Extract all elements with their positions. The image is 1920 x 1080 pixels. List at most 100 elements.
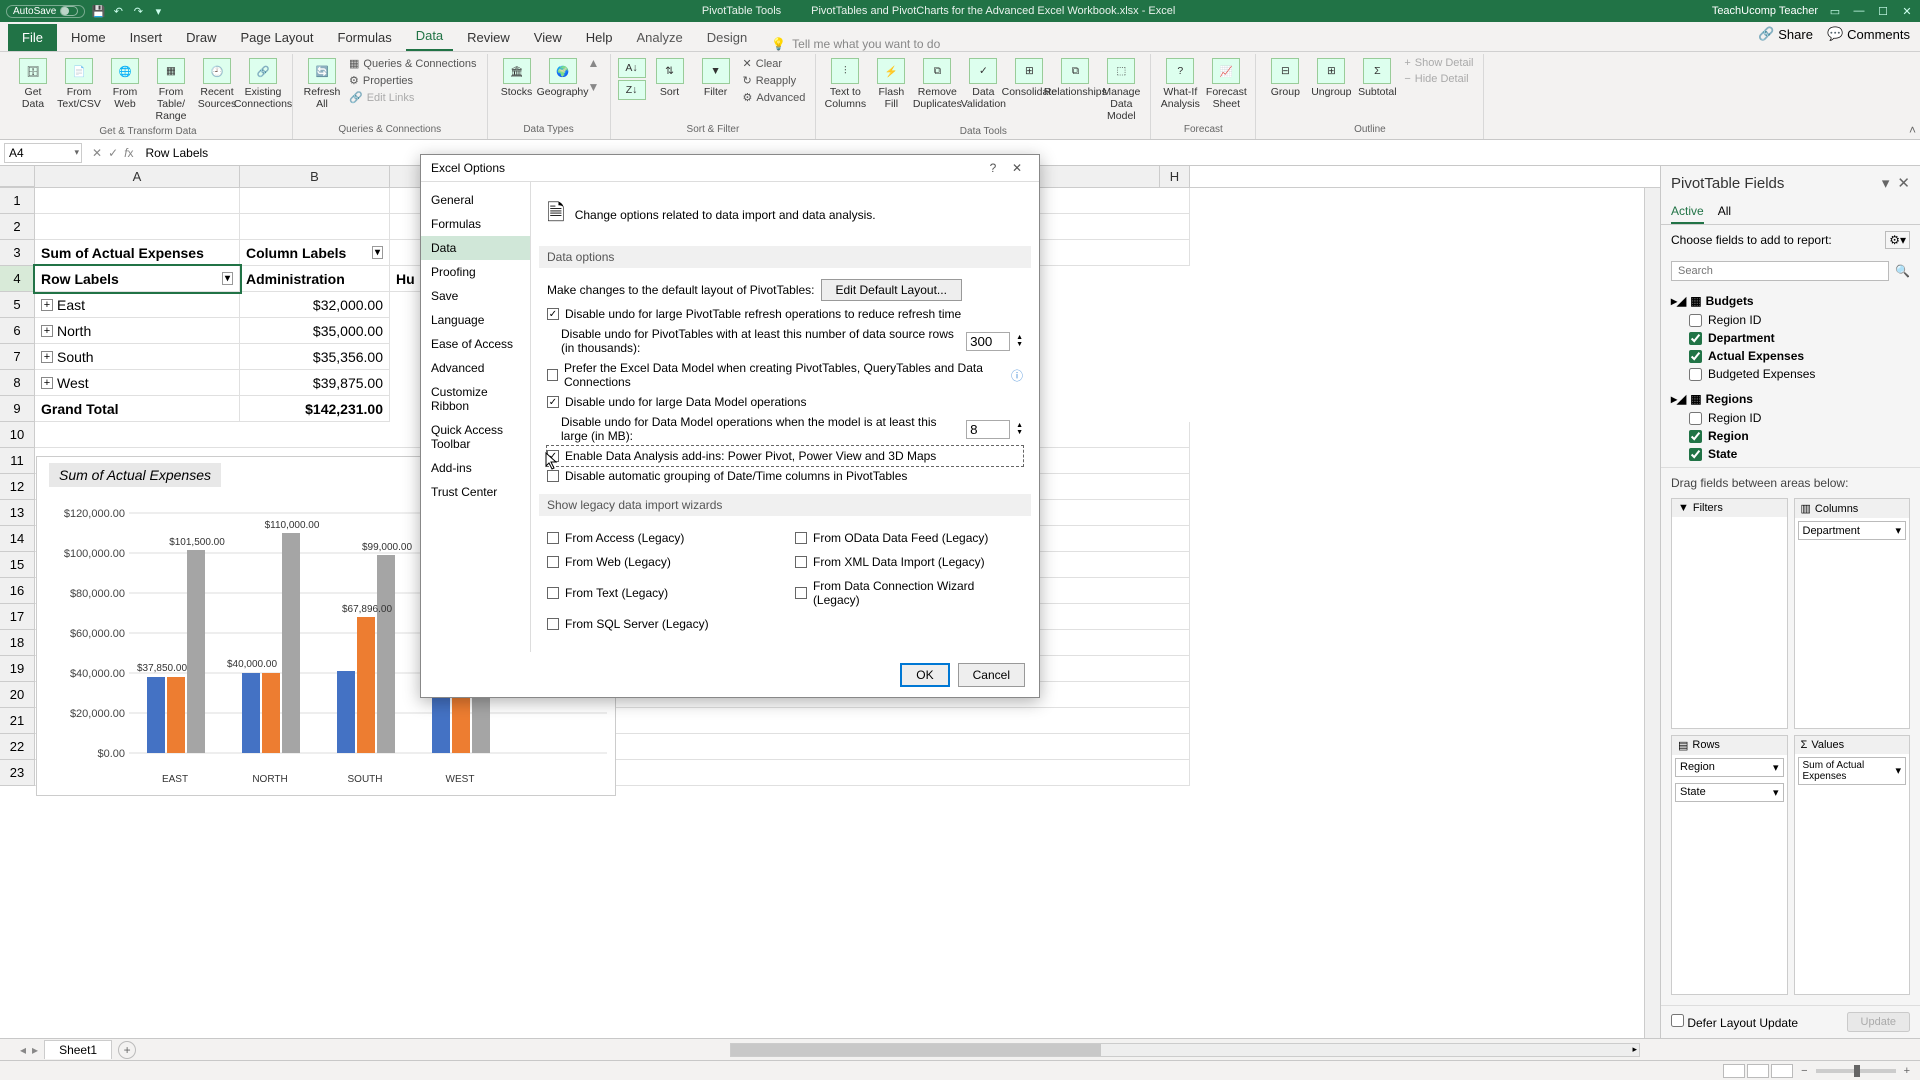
edit-default-layout-button[interactable]: Edit Default Layout... <box>821 279 962 301</box>
chevron-down-icon[interactable]: ▾ <box>1773 786 1779 799</box>
row-header[interactable]: 7 <box>0 344 35 370</box>
save-icon[interactable]: 💾 <box>91 4 105 18</box>
field-checkbox[interactable] <box>1689 332 1702 345</box>
share-button[interactable]: 🔗 Share <box>1758 26 1813 42</box>
sheet-nav-next-icon[interactable]: ▸ <box>32 1043 38 1057</box>
clear-filter-button[interactable]: ✕ Clear <box>741 56 808 71</box>
show-detail-button[interactable]: + Show Detail <box>1402 56 1475 70</box>
checkbox-from-web[interactable] <box>547 556 559 568</box>
select-all-corner[interactable] <box>0 166 35 187</box>
cell-value[interactable]: $32,000.00 <box>240 292 390 318</box>
pivot-tab-active[interactable]: Active <box>1671 200 1704 224</box>
row-header[interactable]: 2 <box>0 214 35 240</box>
field-regionid[interactable]: Region ID <box>1708 313 1761 327</box>
relationships-button[interactable]: ⧉Relationships <box>1054 56 1096 100</box>
row-header[interactable]: 3 <box>0 240 35 266</box>
existing-conn-button[interactable]: 🔗Existing Connections <box>242 56 284 112</box>
field-region[interactable]: Region <box>1708 429 1749 443</box>
area-item-department[interactable]: Department▾ <box>1798 521 1907 540</box>
row-labels-cell[interactable]: Row Labels▾ <box>35 266 240 292</box>
defer-checkbox[interactable] <box>1671 1014 1684 1027</box>
values-area[interactable]: ΣValues Sum of Actual Expenses▾ <box>1794 735 1911 996</box>
row-header[interactable]: 16 <box>0 578 35 604</box>
field-state[interactable]: State <box>1708 447 1737 461</box>
pivot-row-west[interactable]: +West <box>35 370 240 396</box>
row-header[interactable]: 13 <box>0 500 35 526</box>
ok-button[interactable]: OK <box>900 663 949 687</box>
autosave-toggle[interactable]: AutoSave <box>6 5 85 18</box>
cancel-button[interactable]: Cancel <box>958 663 1025 687</box>
queries-connections-button[interactable]: ▦ Queries & Connections <box>347 56 479 71</box>
pivot-expand-icon[interactable]: ▾ <box>1882 174 1890 192</box>
datatype-scroll-down-icon[interactable]: ▼ <box>588 80 602 94</box>
filter-button[interactable]: ▼Filter <box>695 56 737 100</box>
what-if-button[interactable]: ?What-If Analysis <box>1159 56 1201 112</box>
horizontal-scrollbar[interactable]: ◂▸ <box>730 1043 1640 1057</box>
forecast-sheet-button[interactable]: 📈Forecast Sheet <box>1205 56 1247 112</box>
checkbox-from-xml[interactable] <box>795 556 807 568</box>
tab-file[interactable]: File <box>8 24 57 51</box>
pivot-row-south[interactable]: +South <box>35 344 240 370</box>
spinner-down-icon[interactable]: ▼ <box>1016 341 1023 348</box>
comments-button[interactable]: 💬 Comments <box>1827 26 1910 42</box>
options-category-formulas[interactable]: Formulas <box>421 212 530 236</box>
row-header[interactable]: 5 <box>0 292 35 318</box>
gear-icon[interactable]: ⚙▾ <box>1885 231 1910 249</box>
checkbox-disable-undo-model[interactable]: ✓ <box>547 396 559 408</box>
model-threshold-input[interactable] <box>966 420 1010 439</box>
grand-total-label[interactable]: Grand Total <box>35 396 240 422</box>
field-checkbox[interactable] <box>1689 430 1702 443</box>
row-header[interactable]: 8 <box>0 370 35 396</box>
group-button[interactable]: ⊟Group <box>1264 56 1306 100</box>
tab-review[interactable]: Review <box>457 24 520 51</box>
options-category-language[interactable]: Language <box>421 308 530 332</box>
options-category-ease[interactable]: Ease of Access <box>421 332 530 356</box>
options-category-general[interactable]: General <box>421 188 530 212</box>
from-web-button[interactable]: 🌐From Web <box>104 56 146 112</box>
chevron-down-icon[interactable]: ▾ <box>1895 764 1901 777</box>
pivot-threshold-input[interactable] <box>966 332 1010 351</box>
cell-value[interactable]: $39,875.00 <box>240 370 390 396</box>
sort-az-button[interactable]: A↓Z↓ <box>619 56 645 102</box>
collapse-icon[interactable]: ▸◢ <box>1671 392 1686 406</box>
sheet-tab-sheet1[interactable]: Sheet1 <box>44 1040 112 1059</box>
chart-title[interactable]: Sum of Actual Expenses <box>49 463 221 487</box>
rows-area[interactable]: ▤Rows Region▾ State▾ <box>1671 735 1788 996</box>
grand-total-value[interactable]: $142,231.00 <box>240 396 390 422</box>
dialog-close-icon[interactable]: ✕ <box>1005 161 1029 175</box>
cell-value[interactable]: $35,356.00 <box>240 344 390 370</box>
data-validation-button[interactable]: ✓Data Validation <box>962 56 1004 112</box>
tab-design[interactable]: Design <box>697 24 757 51</box>
field-checkbox[interactable] <box>1689 314 1702 327</box>
table-regions[interactable]: Regions <box>1706 392 1753 406</box>
col-header-h[interactable]: H <box>1160 166 1190 187</box>
row-header[interactable]: 23 <box>0 760 35 786</box>
col-admin-header[interactable]: Administration <box>240 266 390 292</box>
tell-me-search[interactable]: 💡 Tell me what you want to do <box>771 37 940 51</box>
minimize-icon[interactable]: — <box>1852 4 1866 18</box>
chevron-down-icon[interactable]: ▾ <box>1895 524 1901 537</box>
get-data-button[interactable]: 🗄Get Data <box>12 56 54 112</box>
pivot-tab-all[interactable]: All <box>1718 200 1731 224</box>
filter-dropdown-icon[interactable]: ▾ <box>222 272 233 285</box>
expand-icon[interactable]: + <box>41 351 53 363</box>
row-header[interactable]: 22 <box>0 734 35 760</box>
pivot-value-label[interactable]: Sum of Actual Expenses <box>35 240 240 266</box>
row-header[interactable]: 12 <box>0 474 35 500</box>
defer-checkbox-label[interactable]: Defer Layout Update <box>1671 1014 1798 1030</box>
recent-sources-button[interactable]: 🕘Recent Sources <box>196 56 238 112</box>
options-category-trust[interactable]: Trust Center <box>421 480 530 504</box>
col-header-b[interactable]: B <box>240 166 390 187</box>
undo-icon[interactable]: ↶ <box>111 4 125 18</box>
tab-insert[interactable]: Insert <box>120 24 173 51</box>
area-item-region[interactable]: Region▾ <box>1675 758 1784 777</box>
row-header[interactable]: 1 <box>0 188 35 214</box>
qa-dropdown-icon[interactable]: ▾ <box>151 4 165 18</box>
options-category-advanced[interactable]: Advanced <box>421 356 530 380</box>
reapply-button[interactable]: ↻ Reapply <box>741 73 808 88</box>
filter-dropdown-icon[interactable]: ▾ <box>372 246 383 259</box>
expand-icon[interactable]: + <box>41 377 53 389</box>
collapse-icon[interactable]: ▸◢ <box>1671 294 1686 308</box>
subtotal-button[interactable]: ΣSubtotal <box>1356 56 1398 100</box>
row-header[interactable]: 19 <box>0 656 35 682</box>
